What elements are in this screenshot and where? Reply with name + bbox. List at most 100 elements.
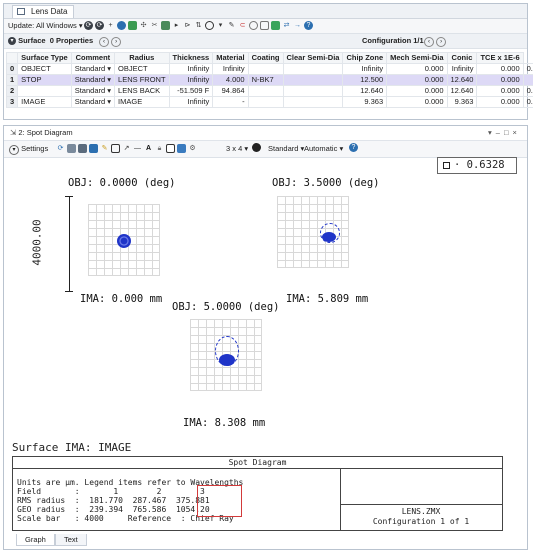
- chevron-left-icon[interactable]: ‹: [99, 37, 109, 47]
- cell-thickness[interactable]: 94.864: [212, 85, 249, 97]
- cell-radius[interactable]: -51.509 F: [168, 85, 214, 97]
- cross-grid-icon[interactable]: ✣: [139, 21, 148, 30]
- cell-chip[interactable]: 0.000: [386, 63, 448, 75]
- cell-coating[interactable]: [282, 63, 344, 75]
- palette-icon[interactable]: [271, 21, 280, 30]
- table-row[interactable]: 3 IMAGE Standard ▾ IMAGE Infinity -9.363 0.000…: [5, 96, 533, 108]
- cell-radius[interactable]: Infinity: [168, 96, 214, 108]
- table-row[interactable]: 0 OBJECT Standard ▾ OBJECT Infinity Infinity I…: [5, 63, 533, 75]
- grid-icon[interactable]: [260, 21, 269, 30]
- lens-icon[interactable]: [128, 21, 137, 30]
- move-right-icon[interactable]: →: [293, 21, 302, 30]
- dropdown-arrow-icon[interactable]: ▾: [105, 75, 111, 84]
- lock-icon[interactable]: 🔒︎: [155, 144, 164, 153]
- cell-comment[interactable]: LENS BACK: [114, 85, 170, 97]
- column-header[interactable]: TCE x 1E-6: [476, 52, 524, 64]
- cell-clear[interactable]: 12.500: [342, 74, 388, 86]
- dropdown-arrow-icon[interactable]: ▾: [105, 64, 111, 73]
- cell-coating[interactable]: [282, 85, 344, 97]
- image-icon[interactable]: [177, 144, 186, 153]
- scissors-icon[interactable]: ✂: [150, 21, 159, 30]
- row-number[interactable]: 1: [5, 74, 19, 86]
- cell-coating[interactable]: [282, 96, 344, 108]
- settings-button[interactable]: ▾ Settings: [9, 144, 48, 155]
- cell-name[interactable]: STOP: [17, 74, 72, 86]
- close-icon[interactable]: ×: [512, 128, 520, 137]
- dropdown-icon[interactable]: ▾: [488, 128, 496, 137]
- cell-radius[interactable]: Infinity: [168, 63, 214, 75]
- row-number[interactable]: 2: [5, 85, 19, 97]
- add-icon[interactable]: +: [106, 21, 115, 30]
- edit-icon[interactable]: ✎: [227, 21, 236, 30]
- refresh-icon[interactable]: ⟳: [56, 144, 65, 153]
- row-number[interactable]: 3: [5, 96, 19, 108]
- prev-next-small[interactable]: ‹ ›: [99, 36, 122, 47]
- cell-mech[interactable]: 9.363: [446, 96, 478, 108]
- cell-clear[interactable]: 12.640: [342, 85, 388, 97]
- surface-expander[interactable]: ▾ Surface 0 Properties: [8, 36, 93, 46]
- minimize-icon[interactable]: –: [496, 128, 504, 137]
- cell-tce[interactable]: -: [522, 74, 533, 86]
- lens-data-tab[interactable]: Lens Data: [12, 5, 75, 18]
- grid-layout-icon[interactable]: [166, 144, 175, 153]
- update-all-icon[interactable]: ⟳: [95, 21, 104, 30]
- cell-type[interactable]: Standard ▾: [70, 74, 116, 86]
- circle-settings-icon[interactable]: [252, 143, 261, 152]
- cell-material[interactable]: [247, 85, 284, 97]
- print-icon[interactable]: [78, 144, 87, 153]
- column-header[interactable]: Conic: [446, 52, 478, 64]
- cell-material[interactable]: [247, 63, 284, 75]
- column-header[interactable]: Coating: [247, 52, 284, 64]
- layout-dropdown[interactable]: 3 x 4 ▾: [226, 144, 248, 154]
- cell-chip[interactable]: 0.000: [386, 96, 448, 108]
- save-icon[interactable]: [89, 144, 98, 153]
- cell-clear[interactable]: Infinity: [342, 63, 388, 75]
- tab-graph[interactable]: Graph: [16, 534, 55, 546]
- cell-chip[interactable]: 0.000: [386, 85, 448, 97]
- cell-material[interactable]: N-BK7: [247, 74, 284, 86]
- cell-conic[interactable]: 0.000: [476, 96, 524, 108]
- column-header[interactable]: Radius: [114, 52, 170, 64]
- arrows-icon[interactable]: ⇄: [282, 21, 291, 30]
- cell-type[interactable]: Standard ▾: [70, 63, 116, 75]
- cell-thickness[interactable]: 4.000: [212, 74, 249, 86]
- cell-comment[interactable]: LENS FRONT: [114, 74, 170, 86]
- dropdown-arrow-icon[interactable]: ▾: [216, 21, 225, 30]
- sort-icon[interactable]: ⇅: [194, 21, 203, 30]
- dropdown-arrow-icon[interactable]: ▾: [105, 97, 111, 106]
- automatic-dropdown[interactable]: Automatic ▾: [304, 144, 343, 154]
- configuration-nav[interactable]: ‹ ›: [424, 36, 447, 47]
- tab-text[interactable]: Text: [55, 534, 87, 546]
- column-header[interactable]: Thickness: [168, 52, 214, 64]
- standard-dropdown[interactable]: Standard ▾: [268, 144, 304, 154]
- cell-comment[interactable]: OBJECT: [114, 63, 170, 75]
- circle-outline-icon[interactable]: [249, 21, 258, 30]
- cell-tce[interactable]: 0.000: [522, 63, 533, 75]
- cell-mech[interactable]: Infinity: [446, 63, 478, 75]
- cell-comment[interactable]: IMAGE: [114, 96, 170, 108]
- rectangle-icon[interactable]: [111, 144, 120, 153]
- column-header[interactable]: Chip Zone: [342, 52, 388, 64]
- circle-icon[interactable]: [205, 21, 214, 30]
- line-icon[interactable]: —: [133, 144, 142, 153]
- table-row[interactable]: 2 Standard ▾ LENS BACK -51.509 F 94.864 12.64…: [5, 85, 533, 97]
- cell-material[interactable]: [247, 96, 284, 108]
- ray-icon[interactable]: ⊳: [183, 21, 192, 30]
- magnet-icon[interactable]: ⊂: [238, 21, 247, 30]
- cell-tce[interactable]: 0.000: [522, 96, 533, 108]
- help-icon[interactable]: ?: [304, 21, 313, 30]
- cell-name[interactable]: OBJECT: [17, 63, 72, 75]
- chevron-right-icon[interactable]: ›: [436, 37, 447, 47]
- cell-type[interactable]: Standard ▾: [70, 85, 116, 97]
- column-header[interactable]: Mech Semi-Dia: [386, 52, 448, 64]
- cell-radius[interactable]: Infinity: [168, 74, 214, 86]
- column-header[interactable]: Clear Semi-Dia: [282, 52, 344, 64]
- column-header[interactable]: Comment: [70, 52, 116, 64]
- globe-icon[interactable]: [117, 21, 126, 30]
- refresh-icon[interactable]: ⟳: [84, 21, 93, 30]
- element-icon[interactable]: [161, 21, 170, 30]
- cell-type[interactable]: Standard ▾: [70, 96, 116, 108]
- chevron-left-icon[interactable]: ‹: [424, 37, 434, 47]
- arrow-right-icon[interactable]: ▸: [172, 21, 181, 30]
- cell-mech[interactable]: 12.640: [446, 74, 478, 86]
